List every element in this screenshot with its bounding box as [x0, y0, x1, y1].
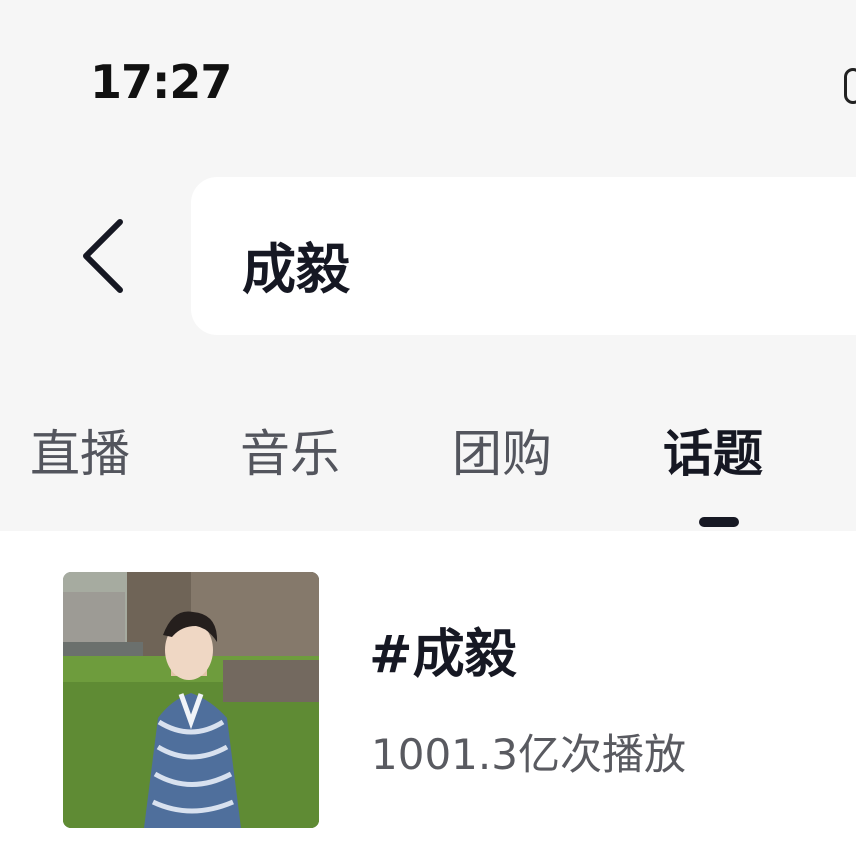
portrait-thumbnail — [63, 572, 319, 828]
status-icon — [844, 68, 856, 104]
result-tabs: 直播 音乐 团购 话题 — [0, 390, 856, 530]
chevron-left-icon — [83, 219, 123, 293]
search-query: 成毅 — [242, 238, 350, 301]
tab-groupbuy[interactable]: 团购 — [452, 414, 552, 486]
search-input[interactable]: 成毅 — [191, 177, 856, 335]
tab-topic[interactable]: 话题 — [663, 414, 763, 486]
results-list: #成毅 1001.3亿次播放 — [0, 531, 856, 851]
tab-music[interactable]: 音乐 — [240, 414, 340, 486]
topic-title[interactable]: #成毅 — [369, 612, 517, 687]
active-tab-indicator — [699, 517, 739, 527]
topic-play-count: 1001.3亿次播放 — [371, 730, 686, 779]
status-time: 17:27 — [90, 55, 232, 109]
tab-live[interactable]: 直播 — [30, 414, 130, 486]
back-button[interactable] — [72, 214, 136, 298]
status-bar: 17:27 — [0, 0, 856, 150]
topic-thumbnail[interactable] — [63, 572, 319, 828]
